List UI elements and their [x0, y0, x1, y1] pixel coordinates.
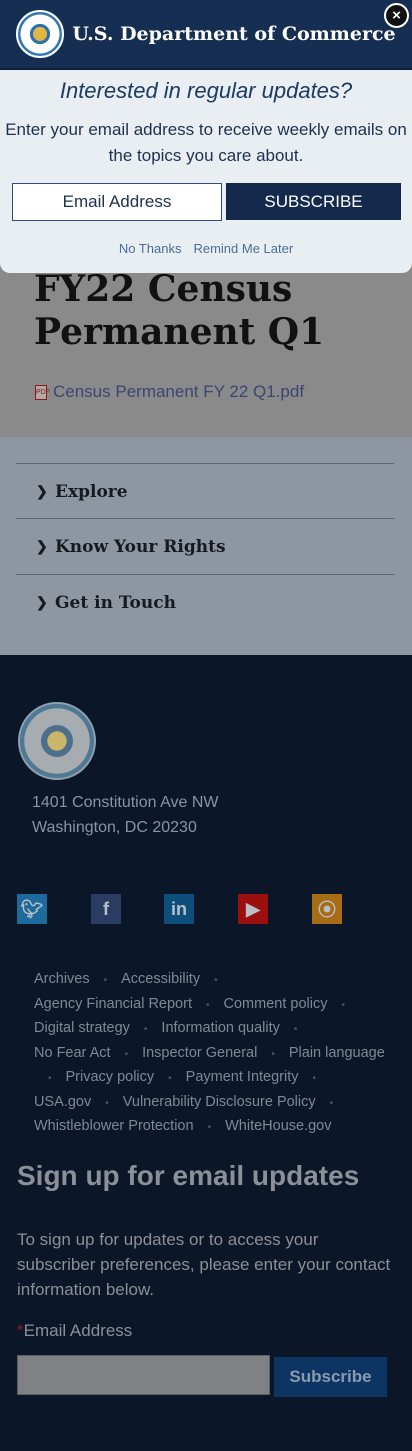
signup-subscribe-button[interactable]: Subscribe — [274, 1357, 387, 1397]
popup-question: Interested in regular updates? — [59, 78, 353, 103]
link-agency-financial-report[interactable]: Agency Financial Report — [34, 996, 192, 1012]
accordion-know-your-rights[interactable]: ❯ Know Your Rights — [16, 518, 394, 574]
rss-icon[interactable]: ⦿ — [312, 894, 342, 924]
pdf-attachment-link[interactable]: PDF Census Permanent FY 22 Q1.pdf — [35, 382, 304, 402]
link-privacy-policy[interactable]: Privacy policy — [66, 1069, 155, 1085]
link-comment-policy[interactable]: Comment policy — [224, 996, 328, 1012]
signup-text: To sign up for updates or to access your… — [17, 1230, 391, 1299]
accordion-label: Explore — [55, 481, 128, 502]
link-vulnerability-disclosure[interactable]: Vulnerability Disclosure Policy — [123, 1094, 316, 1110]
department-seal — [18, 702, 96, 780]
popup-text: Enter your email address to receive week… — [5, 120, 407, 165]
link-usa-gov[interactable]: USA.gov — [34, 1094, 91, 1110]
page-title: FY22 Census Permanent Q1 — [34, 268, 325, 353]
org-name: U.S. Department of Commerce — [72, 23, 396, 45]
link-information-quality[interactable]: Information quality — [161, 1020, 279, 1036]
chevron-right-icon: ❯ — [36, 538, 48, 555]
email-label-text: Email Address — [23, 1321, 133, 1340]
linkedin-icon[interactable]: in — [164, 894, 194, 924]
accordion-explore[interactable]: ❯ Explore — [16, 463, 394, 519]
commerce-seal-logo — [16, 10, 65, 58]
required-marker: * — [17, 1321, 24, 1340]
link-whistleblower-protection[interactable]: Whistleblower Protection — [34, 1118, 194, 1134]
twitter-icon[interactable]: 🐦︎ — [17, 894, 47, 924]
attachment-label: Census Permanent FY 22 Q1.pdf — [53, 382, 305, 401]
chevron-right-icon: ❯ — [36, 483, 48, 500]
address-line: Washington, DC 20230 — [32, 819, 197, 836]
signup-email-input[interactable] — [17, 1355, 270, 1395]
link-payment-integrity[interactable]: Payment Integrity — [186, 1069, 299, 1085]
pdf-icon: PDF — [35, 384, 50, 400]
footer-links: Archives • Accessibility • Agency Financial… — [34, 971, 385, 1134]
no-thanks-link[interactable]: No Thanks — [119, 241, 182, 256]
link-plain-language[interactable]: Plain language — [289, 1045, 385, 1061]
accordion-label: Get in Touch — [55, 592, 176, 613]
link-digital-strategy[interactable]: Digital strategy — [34, 1020, 130, 1036]
accordion-get-in-touch[interactable]: ❯ Get in Touch — [16, 574, 394, 630]
signup-heading: Sign up for email updates — [17, 1160, 360, 1191]
remind-later-link[interactable]: Remind Me Later — [193, 241, 293, 256]
popup-header: U.S. Department of Commerce — [0, 0, 412, 70]
link-no-fear-act[interactable]: No Fear Act — [34, 1045, 111, 1061]
link-archives[interactable]: Archives — [34, 971, 90, 987]
address: 1401 Constitution Ave NW Washington, DC 2… — [32, 790, 218, 840]
address-line: 1401 Constitution Ave NW — [32, 794, 219, 811]
email-label: *Email Address — [17, 1321, 132, 1341]
popup-email-input[interactable] — [12, 183, 222, 221]
link-inspector-general[interactable]: Inspector General — [142, 1045, 257, 1061]
chevron-right-icon: ❯ — [36, 594, 48, 611]
subscribe-popup: U.S. Department of Commerce Interested i… — [0, 0, 412, 273]
accordion-section: ❯ Explore ❯ Know Your Rights ❯ Get in Touch — [0, 437, 412, 655]
close-icon[interactable]: × — [384, 3, 409, 28]
accordion-label: Know Your Rights — [55, 536, 226, 557]
youtube-icon[interactable]: ▶ — [238, 894, 268, 924]
link-whitehouse-gov[interactable]: WhiteHouse.gov — [225, 1118, 331, 1134]
facebook-icon[interactable]: f — [91, 894, 121, 924]
link-accessibility[interactable]: Accessibility — [121, 971, 200, 987]
popup-subscribe-button[interactable]: SUBSCRIBE — [226, 183, 401, 220]
